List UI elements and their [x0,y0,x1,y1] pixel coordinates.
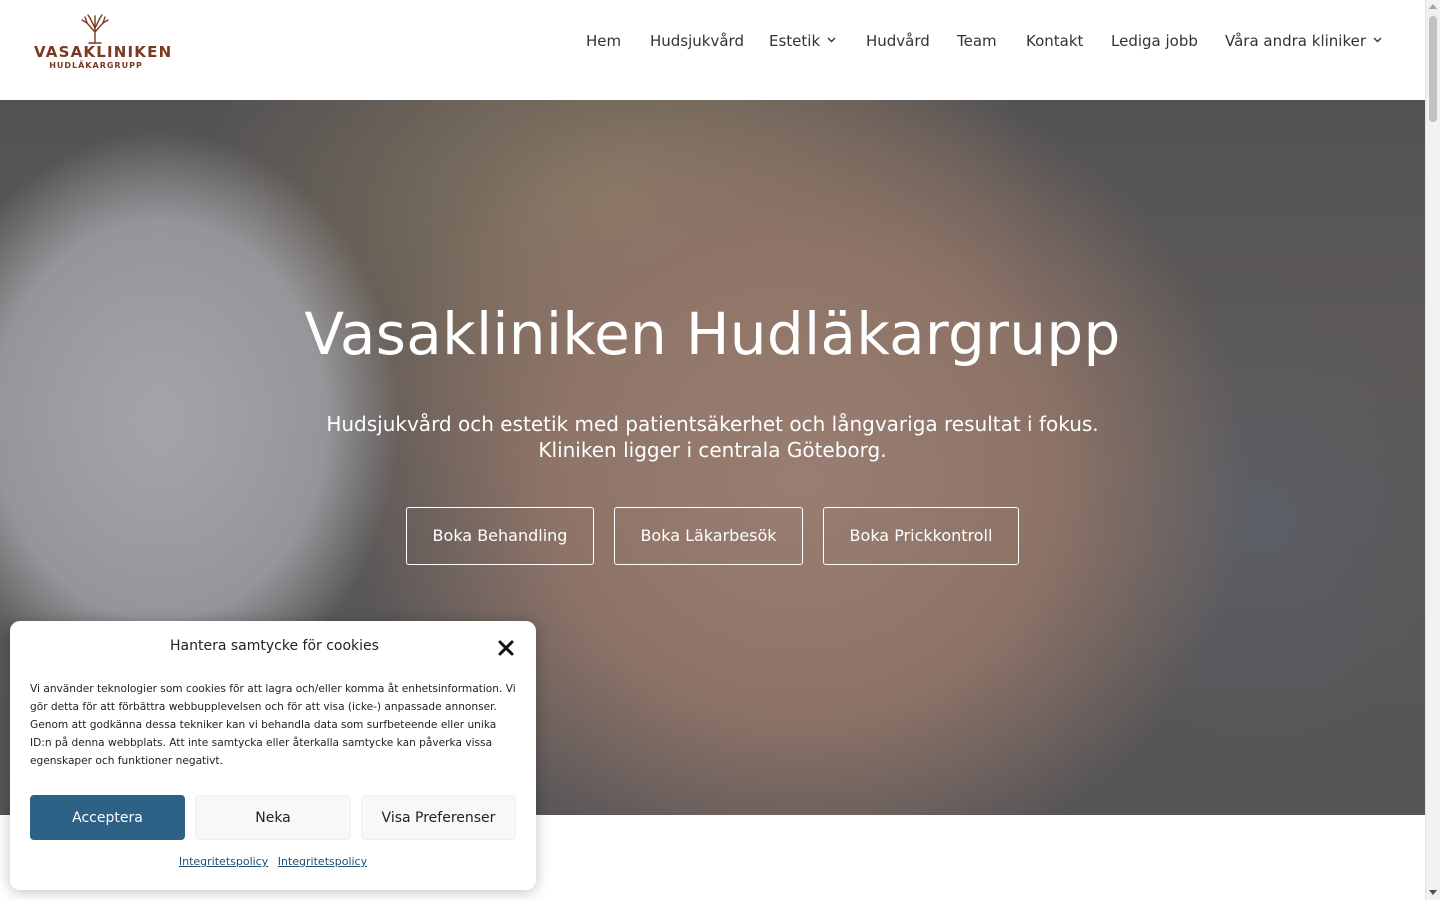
book-treatment-button[interactable]: Boka Behandling [406,507,594,565]
book-doctor-visit-button[interactable]: Boka Läkarbesök [614,507,803,565]
nav-item-hudvard[interactable]: Hudvård [866,30,930,52]
nav-item-label: Hudvård [866,32,930,50]
deny-cookies-button[interactable]: Neka [195,795,351,840]
hero-title: Vasakliniken Hudläkargrupp [304,300,1121,368]
nav-item-label: Hudsjukvård [650,32,744,50]
nav-item-estetik[interactable]: Estetik [769,30,837,52]
nav-item-hudsjukvard[interactable]: Hudsjukvård [650,30,744,52]
nav-item-label: Hem [586,32,622,50]
close-icon[interactable] [497,639,515,657]
hero-subtitle-line-2: Kliniken ligger i centrala Göteborg. [538,438,887,462]
site-header: VASAKLINIKEN HUDLÄKARGRUPP Hem Hudsjukvå… [0,0,1425,100]
main-nav: Hem Hudsjukvård Estetik Hudvård Team Kon… [0,30,1425,52]
cookie-dialog-body: Vi använder teknologier som cookies för … [30,683,516,767]
nav-item-team[interactable]: Team [957,30,997,52]
scroll-up-arrow-icon[interactable] [1429,4,1437,9]
hero-subtitle-line-1: Hudsjukvård och estetik med patientsäker… [326,412,1099,436]
view-preferences-button[interactable]: Visa Preferenser [361,795,516,840]
page-scrollbar[interactable] [1425,0,1440,900]
privacy-policy-link[interactable]: Integritetspolicy [278,855,367,868]
scroll-down-arrow-icon[interactable] [1429,890,1437,895]
nav-item-label: Kontakt [1026,32,1084,50]
nav-item-label: Estetik [769,32,821,50]
nav-item-label: Lediga jobb [1111,32,1198,50]
cookie-policy-links: Integritetspolicy Integritetspolicy [10,855,536,868]
cookie-dialog-title-text: Hantera samtycke för cookies [170,638,379,654]
nav-item-lediga-jobb[interactable]: Lediga jobb [1111,30,1198,52]
nav-item-vara-andra-kliniker[interactable]: Våra andra kliniker [1225,30,1383,52]
nav-item-label: Team [957,32,997,50]
accept-cookies-button[interactable]: Acceptera [30,795,185,840]
brand-subtitle: HUDLÄKARGRUPP [49,61,143,70]
nav-item-hem[interactable]: Hem [586,30,621,52]
scrollbar-thumb[interactable] [1429,16,1437,122]
nav-item-label: Våra andra kliniker [1225,32,1367,50]
chevron-down-icon [827,37,836,43]
nav-item-kontakt[interactable]: Kontakt [1026,30,1083,52]
privacy-policy-link[interactable]: Integritetspolicy [179,855,268,868]
book-mole-check-button[interactable]: Boka Prickkontroll [823,507,1019,565]
cookie-consent-dialog: Hantera samtycke för cookies Vi använder… [10,621,536,890]
chevron-down-icon [1373,37,1382,43]
